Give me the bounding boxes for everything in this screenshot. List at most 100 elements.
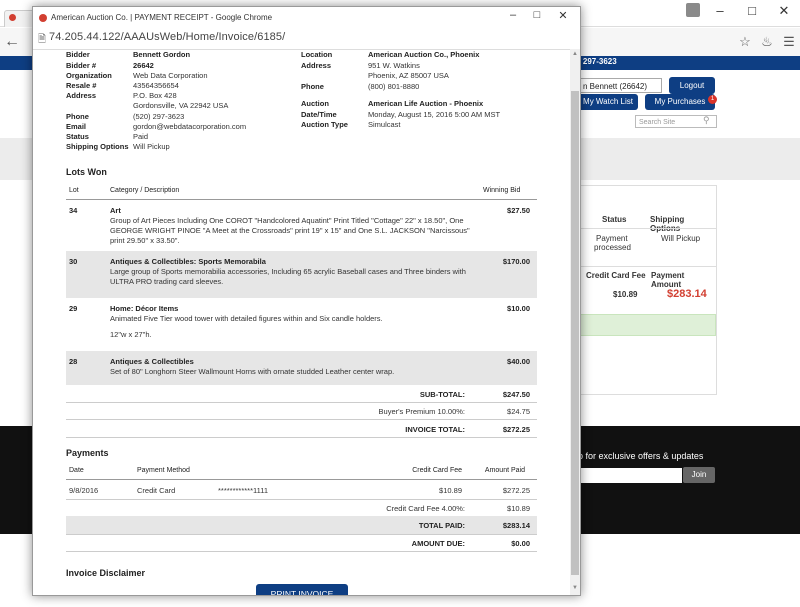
lot-description: Large group of Sports memorabilia access… <box>110 267 466 286</box>
payment-amount: $272.25 <box>502 486 530 495</box>
popup-maximize-icon[interactable]: □ <box>523 9 551 21</box>
organization-label: Organization <box>66 71 112 80</box>
invoice-total-label: INVOICE TOTAL: <box>405 425 465 434</box>
address-label: Address <box>66 91 97 100</box>
lot-number: 30 <box>69 257 78 266</box>
shipping-label: Shipping Options <box>66 142 129 151</box>
payment-amount-value: $283.14 <box>667 288 707 300</box>
payment-method: Credit Card <box>137 486 176 495</box>
email-label: Email <box>66 122 87 131</box>
payments-col-fee: Credit Card Fee <box>412 467 462 474</box>
newsletter-text: p for exclusive offers & updates <box>578 451 704 461</box>
status-value-line1: Payment <box>596 234 628 243</box>
payments-header-divider <box>66 479 537 480</box>
lot-bid: $170.00 <box>502 257 530 266</box>
minimize-icon[interactable]: – <box>704 0 736 22</box>
premium-value: $24.75 <box>507 407 530 416</box>
shipping-header: Shipping Options <box>650 215 685 233</box>
lot-row: 34 Art Group of Art Pieces Including One… <box>66 200 537 251</box>
disclaimer-heading: Invoice Disclaimer <box>66 568 146 578</box>
user-field[interactable]: n Bennett (26642) <box>578 78 662 93</box>
payments-divider <box>66 551 537 552</box>
popup-url[interactable]: 74.205.44.122/AAAUsWeb/Home/Invoice/6185… <box>49 31 285 43</box>
lot-bid: $27.50 <box>507 206 530 215</box>
payment-date: 9/8/2016 <box>69 486 99 495</box>
bidder-email: gordon@webdatacorporation.com <box>133 122 247 131</box>
maximize-icon[interactable]: □ <box>736 0 768 22</box>
lot-number: 28 <box>69 357 78 366</box>
popup-close-icon[interactable]: ✕ <box>549 9 577 22</box>
lot-category: Art <box>110 206 121 215</box>
scroll-down-arrow-icon[interactable]: ▼ <box>570 585 580 593</box>
my-purchases-button[interactable]: My Purchases <box>645 94 715 110</box>
back-arrow-icon[interactable]: ← <box>4 33 20 51</box>
payments-divider <box>66 534 537 535</box>
lots-col-lot: Lot <box>69 187 79 194</box>
cc-fee-value: $10.89 <box>613 290 638 299</box>
location-phone: (800) 801-8880 <box>368 82 420 91</box>
scrollbar-thumb[interactable] <box>571 91 579 575</box>
bidder-name: Bennett Gordon <box>133 50 191 59</box>
lot-category: Antiques & Collectibles: Sports Memorabi… <box>110 257 266 266</box>
lot-bid: $40.00 <box>507 357 530 366</box>
tab-favicon-icon <box>9 14 16 21</box>
status-value-line2: processed <box>594 243 631 252</box>
extension-flame-icon[interactable]: ♨ <box>759 34 775 50</box>
lot-description: Group of Art Pieces Including One COROT … <box>110 216 470 245</box>
popup-favicon-icon <box>39 14 47 22</box>
payment-amount-header: Payment Amount <box>651 271 685 289</box>
join-button[interactable]: Join <box>683 467 715 483</box>
purchase-summary-panel: Status Shipping Options Payment processe… <box>578 185 717 395</box>
lot-row: 29 Home: Décor Items Animated Five Tier … <box>66 298 537 351</box>
location-address-line1: 951 W. Watkins <box>368 61 420 70</box>
lot-description: Set of 80" Longhorn Steer Wallmount Horn… <box>110 367 395 376</box>
premium-label: Buyer's Premium 10.00%: <box>378 407 465 416</box>
payment-card-number: ************1111 <box>218 486 269 495</box>
profile-icon[interactable] <box>686 3 700 17</box>
amount-due-value: $0.00 <box>511 539 530 548</box>
logout-button[interactable]: Logout <box>669 77 715 94</box>
payments-col-amount: Amount Paid <box>484 467 525 474</box>
bidder-shipping: Will Pickup <box>133 142 170 151</box>
auction-type: Simulcast <box>368 120 401 129</box>
page-document-icon: 🗎 <box>38 34 47 45</box>
search-icon[interactable]: ⚲ <box>703 115 710 126</box>
site-phone: ) 297-3623 <box>578 57 617 66</box>
bidder-label: Bidder <box>66 50 90 59</box>
invoice-content: Bidder Bennett Gordon Bidder # 26642 Org… <box>33 49 570 595</box>
close-icon[interactable]: ✕ <box>768 0 800 22</box>
lot-number: 29 <box>69 304 78 313</box>
auction-name: American Life Auction - Phoenix <box>368 99 484 108</box>
payments-divider <box>66 499 537 500</box>
lots-col-bid: Winning Bid <box>483 187 521 194</box>
menu-icon[interactable]: ☰ <box>781 34 797 50</box>
organization: Web Data Corporation <box>133 71 208 80</box>
ccfee-value: $10.89 <box>507 504 530 513</box>
purchases-badge: 1 <box>708 95 717 104</box>
lot-row: 28 Antiques & Collectibles Set of 80" Lo… <box>66 351 537 385</box>
status-header: Status <box>602 215 627 224</box>
lot-bid: $10.00 <box>507 304 530 313</box>
amount-due-label: AMOUNT DUE: <box>411 539 465 548</box>
lot-row: 30 Antiques & Collectibles: Sports Memor… <box>66 251 537 298</box>
lots-col-category: Category / Description <box>110 187 180 194</box>
newsletter-email-input[interactable] <box>578 468 682 483</box>
invoice-total-value: $272.25 <box>502 425 530 434</box>
bidder-num-label: Bidder # <box>66 61 97 70</box>
print-invoice-button[interactable]: PRINT INVOICE <box>256 584 348 595</box>
resale-label: Resale # <box>66 81 97 90</box>
success-alert <box>578 314 716 336</box>
total-paid-label: TOTAL PAID: <box>418 521 465 530</box>
bidder-phone: (520) 297-3623 <box>133 112 185 121</box>
totals-divider <box>66 402 537 403</box>
ccfee-label: Credit Card Fee 4.00%: <box>386 504 465 513</box>
location-phone-label: Phone <box>301 82 324 91</box>
watch-list-button[interactable]: My Watch List <box>578 94 638 110</box>
subtotal-label: SUB-TOTAL: <box>419 390 465 399</box>
scroll-up-arrow-icon[interactable]: ▲ <box>570 51 580 59</box>
totals-divider <box>66 437 537 438</box>
bookmark-star-icon[interactable]: ☆ <box>737 34 753 50</box>
resale: 43564356654 <box>133 81 179 90</box>
datetime-label: Date/Time <box>301 110 337 119</box>
lot-category: Antiques & Collectibles <box>110 357 194 366</box>
